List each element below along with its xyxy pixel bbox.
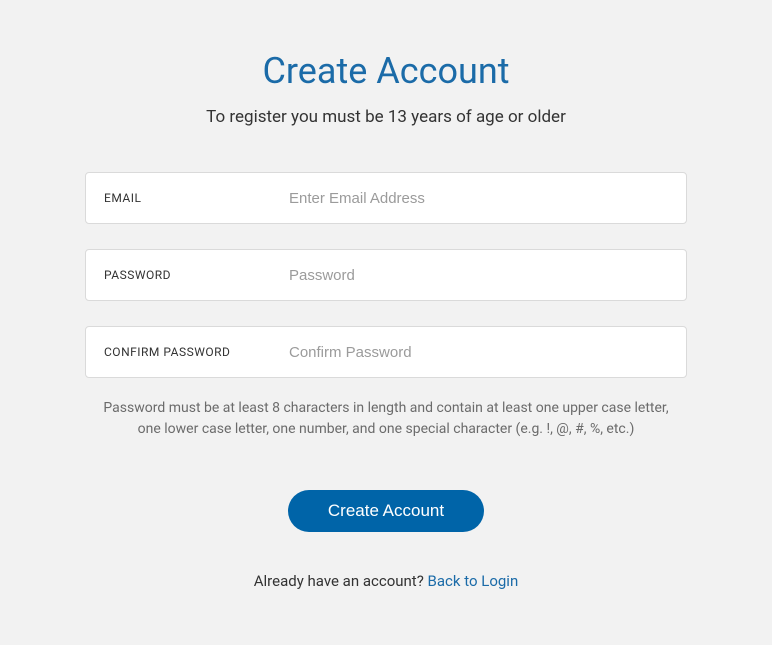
email-label: EMAIL <box>104 191 289 205</box>
back-to-login-link[interactable]: Back to Login <box>428 572 519 590</box>
password-label: PASSWORD <box>104 268 289 282</box>
create-account-button[interactable]: Create Account <box>288 490 484 532</box>
email-field-container: EMAIL <box>85 172 687 224</box>
password-field-container: PASSWORD <box>85 249 687 301</box>
password-input[interactable] <box>289 267 668 284</box>
confirm-password-label: CONFIRM PASSWORD <box>104 345 289 359</box>
footer-text: Already have an account? Back to Login <box>254 572 518 590</box>
page-title: Create Account <box>263 50 510 92</box>
footer-prefix: Already have an account? <box>254 572 428 590</box>
confirm-password-input[interactable] <box>289 344 668 361</box>
email-input[interactable] <box>289 190 668 207</box>
create-account-form: EMAIL PASSWORD CONFIRM PASSWORD Password… <box>85 172 687 590</box>
password-hint: Password must be at least 8 characters i… <box>85 398 687 440</box>
confirm-password-field-container: CONFIRM PASSWORD <box>85 326 687 378</box>
page-subtitle: To register you must be 13 years of age … <box>206 107 566 127</box>
